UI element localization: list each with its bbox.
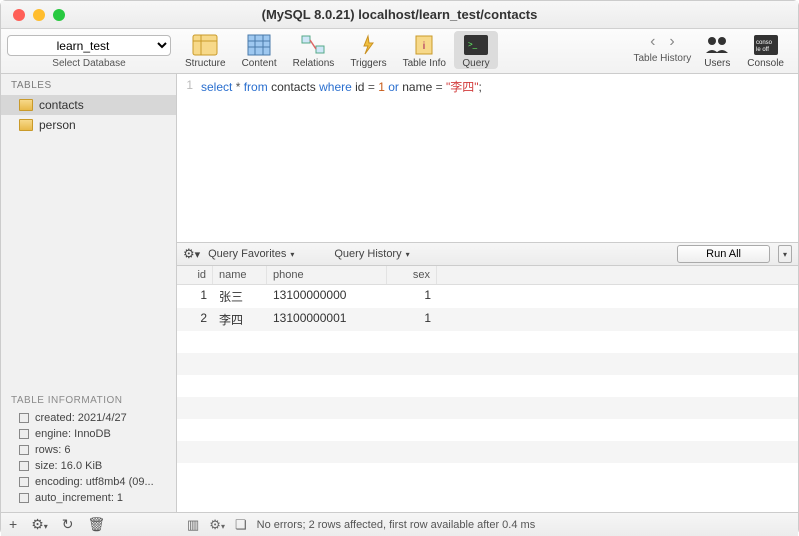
toolbar-users-button[interactable]: Users [695,31,739,69]
svg-text:i: i [423,41,425,52]
result-row[interactable]: 1 张三 13100000000 1 [177,285,798,308]
zoom-window-button[interactable] [53,9,65,21]
result-row[interactable]: 2 李四 13100000001 1 [177,308,798,331]
col-header-name[interactable]: name [213,266,267,284]
info-row: size: 16.0 KiB [1,458,176,474]
svg-text:>_: >_ [468,40,478,49]
info-dot-icon [19,493,29,503]
statusbar: + ⚙︎▾ ↻ 🗑 ▥ ⚙︎▾ ❏ No errors; 2 rows affe… [1,512,798,536]
query-icon: >_ [462,33,490,57]
info-dot-icon [19,477,29,487]
svg-text:le off: le off [756,47,769,53]
info-row: auto_increment: 1 [1,490,176,512]
info-row: engine: InnoDB [1,426,176,442]
run-dropdown-button[interactable]: ▾ [778,245,792,263]
content-icon [245,33,273,57]
toolbar-structure-button[interactable]: Structure [177,31,234,69]
table-item-person[interactable]: person [1,115,176,135]
toolbar-tableinfo-button[interactable]: i Table Info [395,31,454,69]
panes-button[interactable]: ❏ [235,517,247,533]
info-dot-icon [19,429,29,439]
toolbar-triggers-button[interactable]: Triggers [342,31,394,69]
info-row: created: 2021/4/27 [1,410,176,426]
close-window-button[interactable] [13,9,25,21]
col-header-id[interactable]: id [177,266,213,284]
status-message: No errors; 2 rows affected, first row av… [257,519,536,531]
sidebar: TABLES contacts person TABLE INFORMATION… [1,74,177,512]
info-row: encoding: utf8mb4 (09... [1,474,176,490]
run-all-button[interactable]: Run All [677,245,770,263]
triggers-icon [354,33,382,57]
table-history-back-button[interactable]: ‹ [650,33,655,51]
tables-header: TABLES [1,74,176,95]
col-header-sex[interactable]: sex [387,266,437,284]
status-gear2-button[interactable]: ⚙︎▾ [209,517,225,533]
add-button[interactable]: + [9,516,17,533]
results-grid: id name phone sex 1 张三 13100000000 1 2 李… [177,266,798,512]
toolbar-relations-button[interactable]: Relations [285,31,343,69]
info-row: rows: 6 [1,442,176,458]
table-item-contacts[interactable]: contacts [1,95,176,115]
query-gear-button[interactable]: ⚙︎▾ [183,246,200,262]
sql-editor[interactable]: 1 select * from contacts where id = 1 or… [177,74,798,242]
info-dot-icon [19,445,29,455]
database-select[interactable]: learn_test [7,35,171,56]
toolbar-console-button[interactable]: console off Console [739,31,792,69]
svg-text:conso: conso [756,40,773,46]
delete-button[interactable]: 🗑 [88,516,106,533]
window-titlebar: (MySQL 8.0.21) localhost/learn_test/cont… [1,1,798,29]
col-header-phone[interactable]: phone [267,266,387,284]
window-title: (MySQL 8.0.21) localhost/learn_test/cont… [1,7,798,22]
table-info-header: TABLE INFORMATION [1,389,176,410]
table-history-label: Table History [633,53,691,64]
table-history-forward-button[interactable]: › [669,33,674,51]
status-gear-button[interactable]: ⚙︎▾ [31,516,48,533]
relations-icon [299,33,327,57]
query-favorites-dropdown[interactable]: Query Favorites ▾ [208,248,294,260]
toolbar: learn_test Select Database Structure Con… [1,29,798,74]
table-icon [19,99,33,111]
structure-icon [191,33,219,57]
minimize-window-button[interactable] [33,9,45,21]
info-dot-icon [19,413,29,423]
query-toolbar: ⚙︎▾ Query Favorites ▾ Query History ▾ Ru… [177,242,798,266]
sidebar-toggle-button[interactable]: ▥ [187,517,199,533]
sql-text: select * from contacts where id = 1 or n… [199,74,482,242]
toolbar-content-button[interactable]: Content [234,31,285,69]
line-number-gutter: 1 [177,74,199,242]
toolbar-query-button[interactable]: >_ Query [454,31,498,69]
refresh-button[interactable]: ↻ [62,516,74,533]
tableinfo-icon: i [410,33,438,57]
users-icon [703,33,731,57]
database-select-label: Select Database [52,58,125,69]
query-history-dropdown[interactable]: Query History ▾ [334,248,409,260]
console-icon: console off [752,33,780,57]
table-icon [19,119,33,131]
info-dot-icon [19,461,29,471]
